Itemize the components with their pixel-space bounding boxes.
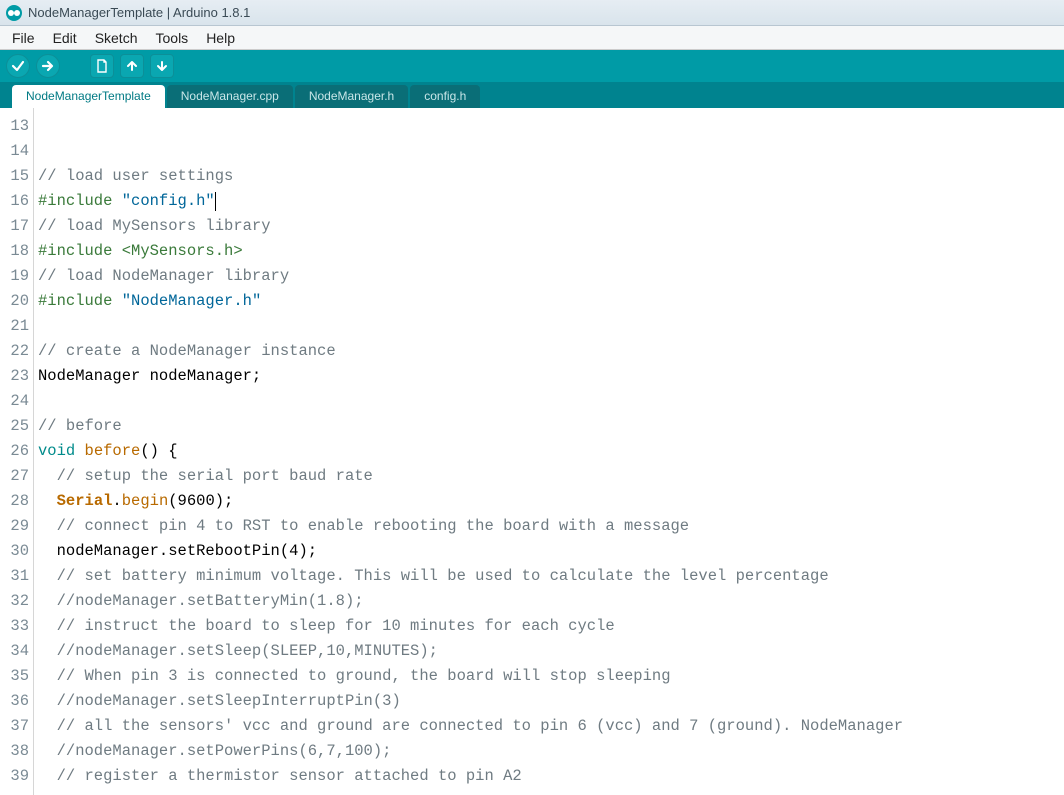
arrow-up-icon: [125, 59, 139, 73]
line-number: 15: [0, 164, 29, 189]
line-number: 24: [0, 389, 29, 414]
code-line[interactable]: //nodeManager.setBatteryMin(1.8);: [38, 589, 1064, 614]
line-number: 36: [0, 689, 29, 714]
upload-button[interactable]: [36, 54, 60, 78]
tab-nodemanagertemplate[interactable]: NodeManagerTemplate: [12, 85, 165, 108]
code-line[interactable]: [38, 114, 1064, 139]
menu-edit[interactable]: Edit: [45, 28, 85, 48]
verify-button[interactable]: [6, 54, 30, 78]
code-line[interactable]: // register a thermistor sensor attached…: [38, 764, 1064, 789]
code-line[interactable]: // load user settings: [38, 164, 1064, 189]
code-line[interactable]: // load MySensors library: [38, 214, 1064, 239]
code-area[interactable]: // load user settings#include "config.h"…: [34, 108, 1064, 795]
code-line[interactable]: // create a NodeManager instance: [38, 339, 1064, 364]
code-line[interactable]: NodeManager nodeManager;: [38, 364, 1064, 389]
window-title: NodeManagerTemplate | Arduino 1.8.1: [28, 5, 250, 20]
code-line[interactable]: // load NodeManager library: [38, 264, 1064, 289]
line-number: 17: [0, 214, 29, 239]
code-line[interactable]: Serial.begin(9600);: [38, 489, 1064, 514]
line-number: 35: [0, 664, 29, 689]
line-number: 34: [0, 639, 29, 664]
open-button[interactable]: [120, 54, 144, 78]
code-line[interactable]: // set battery minimum voltage. This wil…: [38, 564, 1064, 589]
arduino-logo-icon: [6, 5, 22, 21]
tab-nodemanager-cpp[interactable]: NodeManager.cpp: [167, 85, 293, 108]
toolbar: [0, 50, 1064, 82]
tab-config-h[interactable]: config.h: [410, 85, 480, 108]
save-button[interactable]: [150, 54, 174, 78]
menu-help[interactable]: Help: [198, 28, 243, 48]
arrow-down-icon: [155, 59, 169, 73]
line-number: 29: [0, 514, 29, 539]
line-number: 32: [0, 589, 29, 614]
document-icon: [95, 59, 109, 73]
code-line[interactable]: [38, 389, 1064, 414]
line-number: 22: [0, 339, 29, 364]
code-line[interactable]: #include "config.h": [38, 189, 1064, 214]
code-line[interactable]: #include <MySensors.h>: [38, 239, 1064, 264]
line-number-gutter: 1314151617181920212223242526272829303132…: [0, 108, 34, 795]
menubar: File Edit Sketch Tools Help: [0, 26, 1064, 50]
check-icon: [11, 59, 25, 73]
code-line[interactable]: [38, 139, 1064, 164]
code-line[interactable]: //nodeManager.setSleepInterruptPin(3): [38, 689, 1064, 714]
code-line[interactable]: // instruct the board to sleep for 10 mi…: [38, 614, 1064, 639]
new-button[interactable]: [90, 54, 114, 78]
menu-sketch[interactable]: Sketch: [87, 28, 146, 48]
line-number: 30: [0, 539, 29, 564]
line-number: 39: [0, 764, 29, 789]
code-line[interactable]: nodeManager.setRebootPin(4);: [38, 539, 1064, 564]
code-line[interactable]: // before: [38, 414, 1064, 439]
code-line[interactable]: // setup the serial port baud rate: [38, 464, 1064, 489]
line-number: 37: [0, 714, 29, 739]
code-line[interactable]: //nodeManager.setSleep(SLEEP,10,MINUTES)…: [38, 639, 1064, 664]
line-number: 23: [0, 364, 29, 389]
code-line[interactable]: // When pin 3 is connected to ground, th…: [38, 664, 1064, 689]
code-line[interactable]: // all the sensors' vcc and ground are c…: [38, 714, 1064, 739]
menu-tools[interactable]: Tools: [148, 28, 197, 48]
code-line[interactable]: // connect pin 4 to RST to enable reboot…: [38, 514, 1064, 539]
tabs-bar: NodeManagerTemplate NodeManager.cpp Node…: [0, 82, 1064, 108]
line-number: 27: [0, 464, 29, 489]
line-number: 14: [0, 139, 29, 164]
line-number: 31: [0, 564, 29, 589]
line-number: 16: [0, 189, 29, 214]
line-number: 28: [0, 489, 29, 514]
menu-file[interactable]: File: [4, 28, 43, 48]
arrow-right-icon: [41, 59, 55, 73]
titlebar: NodeManagerTemplate | Arduino 1.8.1: [0, 0, 1064, 26]
code-line[interactable]: #include "NodeManager.h": [38, 289, 1064, 314]
line-number: 13: [0, 114, 29, 139]
line-number: 33: [0, 614, 29, 639]
code-line[interactable]: [38, 314, 1064, 339]
line-number: 20: [0, 289, 29, 314]
code-editor[interactable]: 1314151617181920212223242526272829303132…: [0, 108, 1064, 795]
line-number: 26: [0, 439, 29, 464]
code-line[interactable]: //nodeManager.setPowerPins(6,7,100);: [38, 739, 1064, 764]
line-number: 21: [0, 314, 29, 339]
line-number: 38: [0, 739, 29, 764]
line-number: 25: [0, 414, 29, 439]
code-line[interactable]: void before() {: [38, 439, 1064, 464]
tab-nodemanager-h[interactable]: NodeManager.h: [295, 85, 408, 108]
line-number: 19: [0, 264, 29, 289]
line-number: 18: [0, 239, 29, 264]
